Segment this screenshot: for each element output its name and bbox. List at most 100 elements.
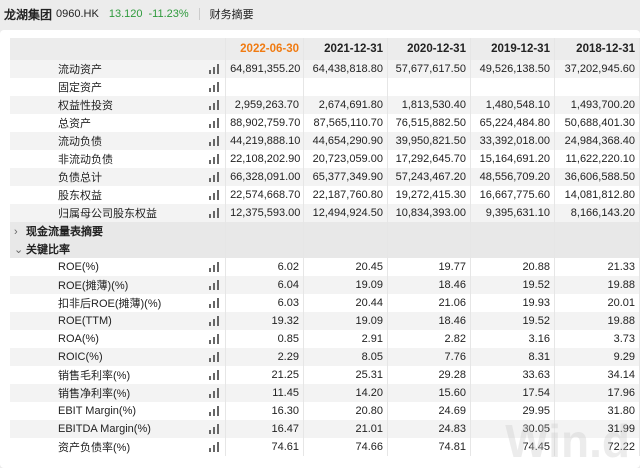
row-label: 流动负债 [10, 132, 227, 150]
cell-value: 87,565,110.70 [303, 114, 388, 132]
section-ratios[interactable]: ⌄ 关键比率 [10, 240, 640, 258]
row-label-text: ROE(%) [58, 261, 99, 273]
section-cashflow[interactable]: › 现金流量表摘要 [10, 222, 640, 240]
price-change: -11.23% [148, 8, 189, 20]
empty-cell [303, 240, 388, 258]
row-label-text: 扣非后ROE(摊薄)(%) [58, 298, 162, 310]
row-label-text: 总资产 [58, 118, 91, 130]
cell-value [387, 78, 471, 96]
empty-cell [303, 222, 388, 240]
section-label: 现金流量表摘要 [26, 226, 103, 238]
cell-value: 19,272,415.30 [387, 186, 471, 204]
row-label-text: ROIC(%) [58, 351, 103, 363]
empty-cell [470, 240, 555, 258]
cell-value: 88,902,759.70 [225, 114, 304, 132]
cell-value: 2.91 [303, 330, 388, 348]
cell-value: 3.73 [554, 330, 640, 348]
empty-cell [554, 222, 640, 240]
cell-value: 66,328,091.00 [225, 168, 304, 186]
chevron-down-icon[interactable]: ⌄ [14, 243, 26, 256]
cell-value: 33,392,018.00 [470, 132, 555, 150]
cell-value: 19.93 [470, 294, 555, 312]
table-row: 固定资产 [10, 78, 640, 96]
cell-value: 1,493,700.20 [554, 96, 640, 114]
row-label-text: 非流动负债 [58, 154, 113, 166]
column-header-2020-12-31[interactable]: 2020-12-31 [387, 38, 471, 60]
bar-chart-icon[interactable] [209, 370, 220, 380]
column-header-2018-12-31[interactable]: 2018-12-31 [554, 38, 640, 60]
header-row: 2022-06-30 2021-12-31 2020-12-31 2019-12-31… [10, 38, 640, 60]
table-row: 非流动负债 22,108,202.90 20,723,059.00 17,292,64… [10, 150, 640, 168]
bar-chart-icon[interactable] [209, 442, 220, 452]
bar-chart-icon[interactable] [209, 334, 220, 344]
cell-value: 17.96 [554, 384, 640, 402]
table-row: ROE(摊薄)(%) 6.04 19.09 18.46 19.52 19.88 [10, 276, 640, 294]
bar-chart-icon[interactable] [209, 298, 220, 308]
cell-value: 76,515,882.50 [387, 114, 471, 132]
row-label: ROIC(%) [10, 348, 227, 366]
bar-chart-icon[interactable] [209, 82, 220, 92]
cell-value: 19.52 [470, 276, 555, 294]
bar-chart-icon[interactable] [209, 190, 220, 200]
cell-value: 21.25 [225, 366, 304, 384]
cell-value: 21.01 [303, 420, 388, 438]
section-cashflow-label[interactable]: › 现金流量表摘要 [10, 222, 227, 240]
bar-chart-icon[interactable] [209, 172, 220, 182]
table-row: 总资产 88,902,759.70 87,565,110.70 76,515,882.… [10, 114, 640, 132]
bar-chart-icon[interactable] [209, 424, 220, 434]
row-label-text: 归属母公司股东权益 [58, 208, 157, 220]
bar-chart-icon[interactable] [209, 388, 220, 398]
row-label-text: 股东权益 [58, 190, 102, 202]
cell-value: 15.60 [387, 384, 471, 402]
bar-chart-icon[interactable] [209, 118, 220, 128]
section-ratios-label[interactable]: ⌄ 关键比率 [10, 240, 227, 258]
bar-chart-icon[interactable] [209, 406, 220, 416]
cell-value: 14,081,812.80 [554, 186, 640, 204]
table-row: 销售毛利率(%) 21.25 25.31 29.28 33.63 34.14 [10, 366, 640, 384]
cell-value: 1,813,530.40 [387, 96, 471, 114]
cell-value: 50,688,401.30 [554, 114, 640, 132]
bar-chart-icon[interactable] [209, 280, 220, 290]
cell-value: 18.46 [387, 276, 471, 294]
bar-chart-icon[interactable] [209, 262, 220, 272]
cell-value: 20.45 [303, 258, 388, 276]
chevron-right-icon[interactable]: › [14, 226, 26, 238]
bar-chart-icon[interactable] [209, 100, 220, 110]
cell-value: 65,224,484.80 [470, 114, 555, 132]
table-row: 负债总计 66,328,091.00 65,377,349.90 57,243,467… [10, 168, 640, 186]
cell-value: 2.29 [225, 348, 304, 366]
bar-chart-icon[interactable] [209, 64, 220, 74]
bar-chart-icon[interactable] [209, 208, 220, 218]
column-header-2019-12-31[interactable]: 2019-12-31 [470, 38, 555, 60]
row-label: 扣非后ROE(摊薄)(%) [10, 294, 227, 312]
row-label: ROE(%) [10, 258, 227, 276]
empty-cell [225, 222, 304, 240]
row-label-text: ROE(摊薄)(%) [58, 280, 129, 292]
cell-value: 24,984,368.40 [554, 132, 640, 150]
cell-value: 29.28 [387, 366, 471, 384]
bar-chart-icon[interactable] [209, 154, 220, 164]
cell-value: 20.80 [303, 402, 388, 420]
cell-value: 74.81 [387, 438, 471, 456]
cell-value: 6.03 [225, 294, 304, 312]
row-label-text: 销售毛利率(%) [58, 370, 131, 382]
column-header-2021-12-31[interactable]: 2021-12-31 [303, 38, 388, 60]
row-label: 流动资产 [10, 60, 227, 78]
table-row: ROE(TTM) 19.32 19.09 18.46 19.52 19.88 [10, 312, 640, 330]
cell-value: 8.31 [470, 348, 555, 366]
bar-chart-icon[interactable] [209, 316, 220, 326]
watermark: Win.d [505, 415, 630, 467]
row-label: ROE(摊薄)(%) [10, 276, 227, 294]
column-header-2022-06-30[interactable]: 2022-06-30 [225, 38, 304, 60]
cell-value: 44,219,888.10 [225, 132, 304, 150]
cell-value: 9.29 [554, 348, 640, 366]
table-row: ROE(%) 6.02 20.45 19.77 20.88 21.33 [10, 258, 640, 276]
row-label: 归属母公司股东权益 [10, 204, 227, 222]
title-bar: 龙湖集团 0960.HK 13.120 -11.23% 财务摘要 [0, 0, 640, 28]
row-label-text: 流动负债 [58, 136, 102, 148]
row-label-text: EBITDA Margin(%) [58, 423, 151, 435]
row-label: 销售毛利率(%) [10, 366, 227, 384]
bar-chart-icon[interactable] [209, 352, 220, 362]
bar-chart-icon[interactable] [209, 136, 220, 146]
cell-value: 1,480,548.10 [470, 96, 555, 114]
